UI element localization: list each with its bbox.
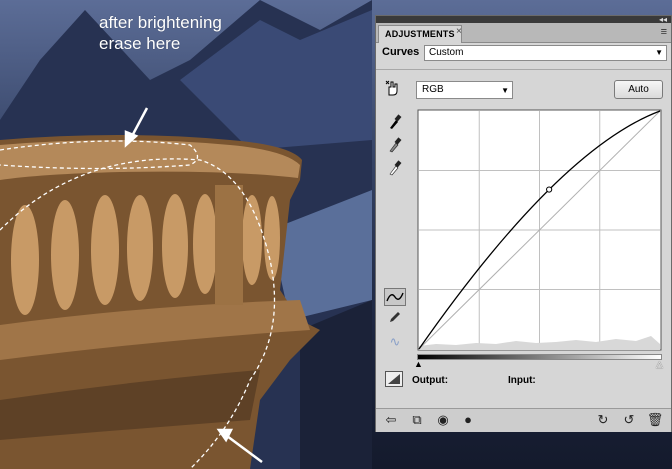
white-eyedropper-icon[interactable] bbox=[385, 160, 405, 180]
chevron-down-icon: ▼ bbox=[501, 86, 509, 95]
white-point-slider[interactable]: △ bbox=[656, 359, 663, 370]
preset-dropdown[interactable]: Custom ▼ bbox=[424, 45, 667, 61]
chevron-down-icon: ▼ bbox=[655, 48, 663, 57]
output-label: Output: bbox=[412, 375, 449, 386]
trash-icon[interactable]: 🗑 bbox=[646, 412, 664, 428]
adjustments-panel: ◂◂ ADJUSTMENTS × ≡ Curves Custom ▼ RGB ▼… bbox=[375, 15, 672, 432]
preset-value: Custom bbox=[429, 47, 464, 58]
smooth-icon[interactable]: ∿ bbox=[385, 332, 405, 352]
visibility-eye-icon[interactable]: ◉ bbox=[434, 412, 452, 428]
channel-value: RGB bbox=[422, 84, 444, 95]
curves-graph[interactable] bbox=[416, 108, 664, 352]
panel-menu-icon[interactable]: ≡ bbox=[661, 26, 667, 38]
input-gradient-bar bbox=[417, 354, 662, 360]
redo-icon[interactable]: ↻ bbox=[594, 412, 612, 428]
pencil-icon[interactable] bbox=[385, 310, 405, 330]
view-previous-icon[interactable]: ● bbox=[459, 412, 477, 427]
annotation-line-2: erase here bbox=[99, 34, 181, 53]
channel-dropdown[interactable]: RGB ▼ bbox=[416, 81, 513, 99]
curve-control-point[interactable] bbox=[546, 186, 553, 193]
black-eyedropper-icon[interactable] bbox=[385, 114, 405, 134]
input-label: Input: bbox=[508, 375, 536, 386]
panel-footer: ⇦ ⧉ ◉ ● ↻ ↺ 🗑 bbox=[376, 408, 671, 432]
tab-adjustments[interactable]: ADJUSTMENTS bbox=[378, 25, 462, 43]
curve-points-icon[interactable] bbox=[384, 288, 406, 306]
clipping-display-icon[interactable] bbox=[385, 371, 403, 387]
panel-title-bar[interactable]: ◂◂ bbox=[376, 15, 671, 24]
auto-button[interactable]: Auto bbox=[614, 80, 663, 99]
adjustment-type-label: Curves bbox=[382, 46, 420, 58]
annotation-line-1: after brightening bbox=[99, 13, 222, 32]
black-point-slider[interactable]: ▲ bbox=[414, 359, 423, 369]
reset-icon[interactable]: ↺ bbox=[620, 412, 638, 428]
targeted-adjustment-icon[interactable] bbox=[384, 79, 402, 101]
divider bbox=[376, 69, 671, 70]
clip-to-layer-icon[interactable]: ⧉ bbox=[408, 412, 426, 428]
pillar bbox=[215, 185, 243, 305]
gray-eyedropper-icon[interactable] bbox=[385, 137, 405, 157]
panel-tab-strip: ADJUSTMENTS × ≡ bbox=[376, 23, 671, 43]
tab-close-icon[interactable]: × bbox=[456, 26, 462, 37]
back-icon[interactable]: ⇦ bbox=[382, 412, 400, 428]
